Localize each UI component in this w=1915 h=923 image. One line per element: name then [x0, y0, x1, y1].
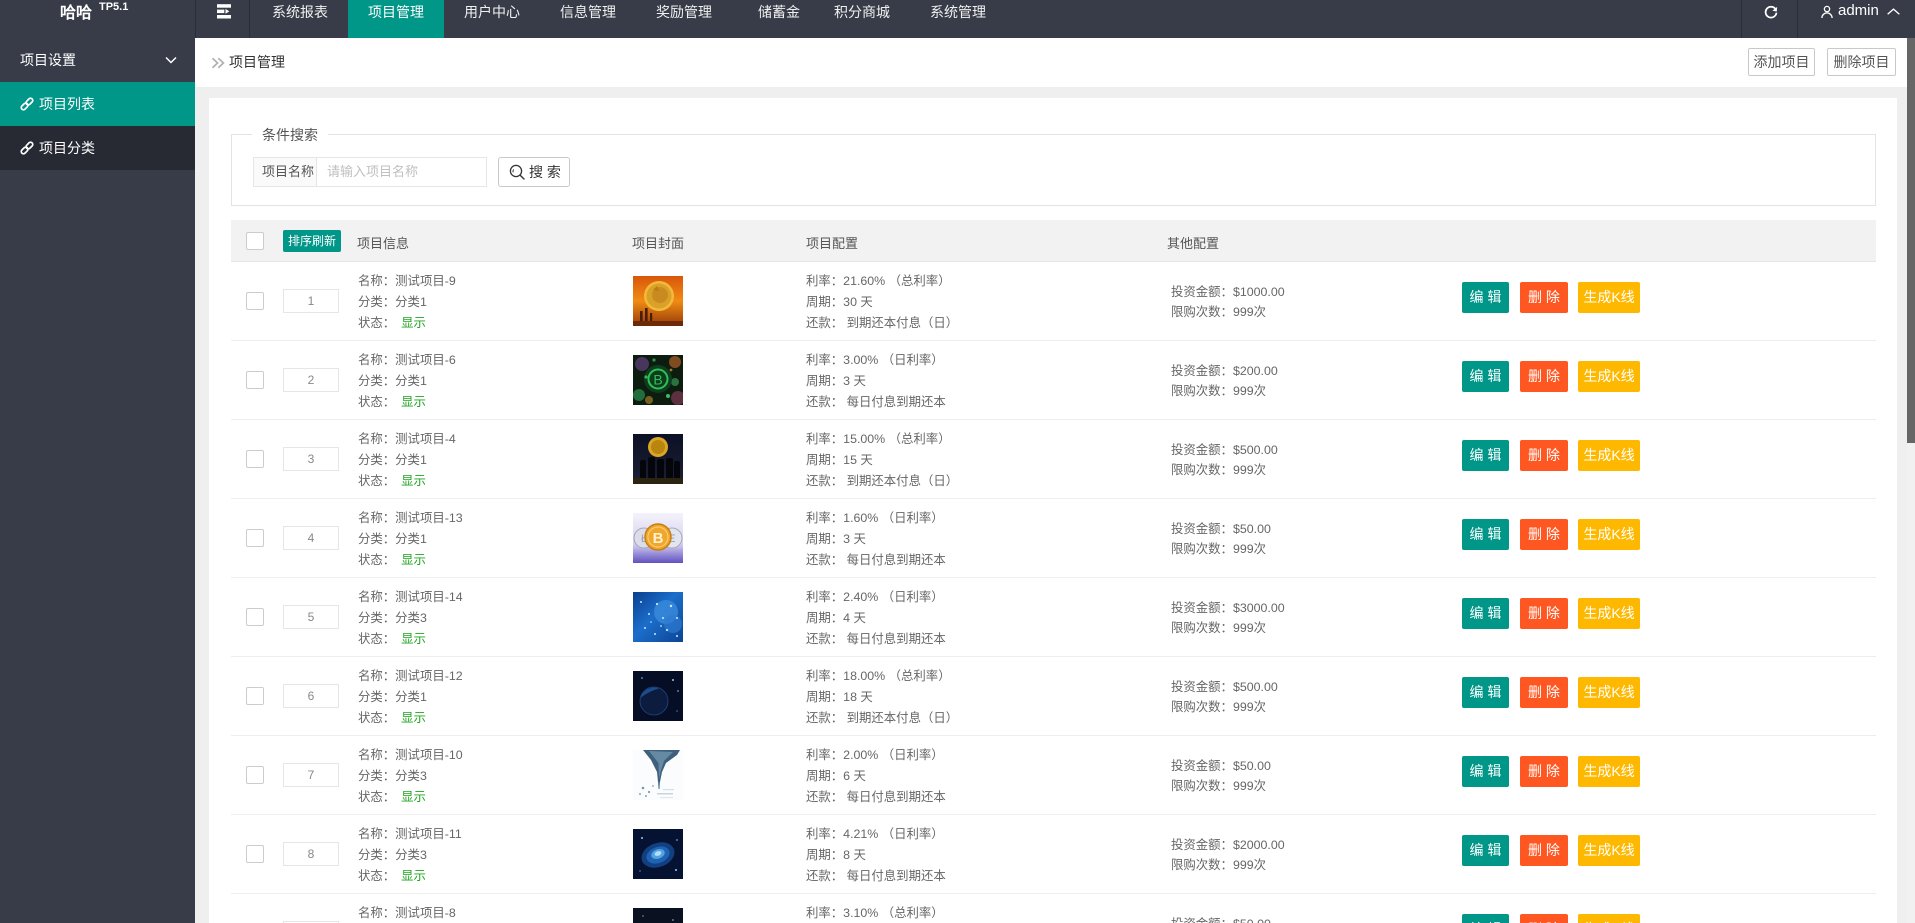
svg-text:B: B [653, 530, 664, 547]
svg-text:B: B [653, 372, 662, 388]
